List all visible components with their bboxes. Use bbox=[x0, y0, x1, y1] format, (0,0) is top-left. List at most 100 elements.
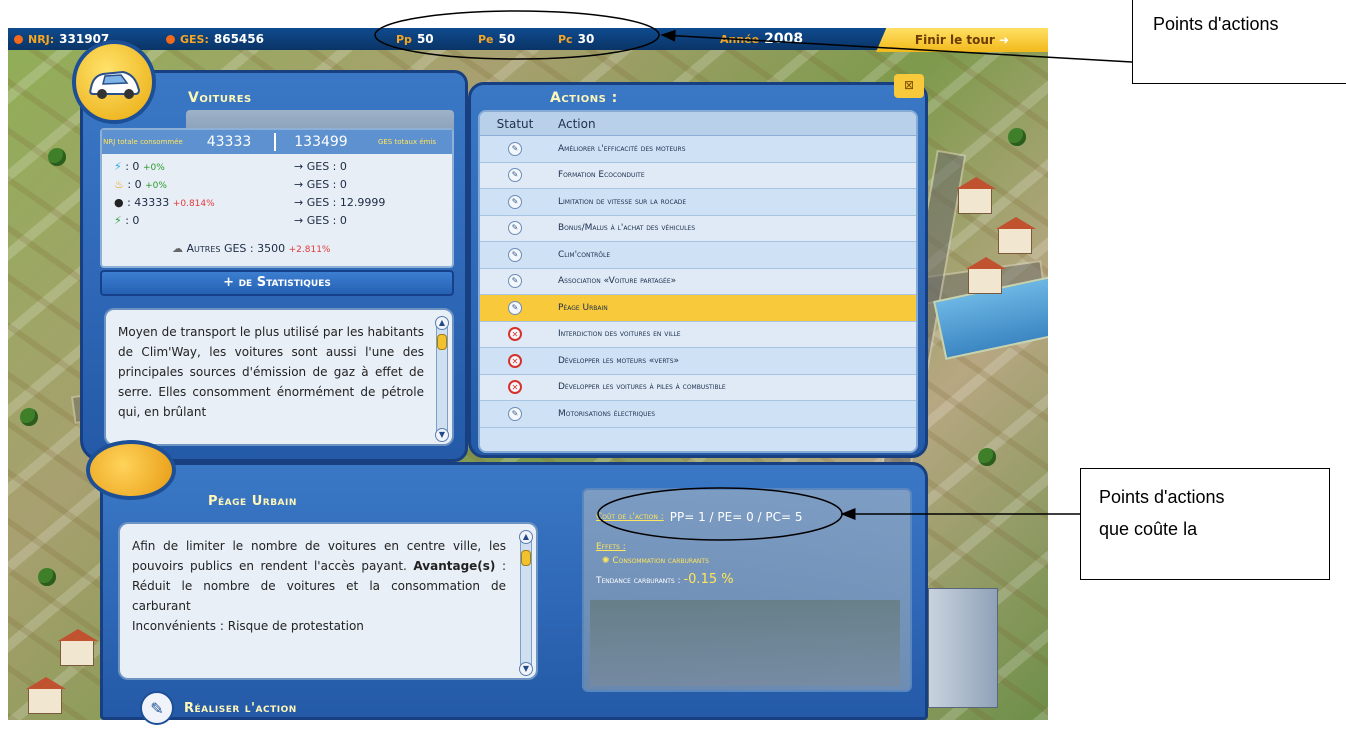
map-tower bbox=[928, 588, 998, 708]
status-icon: ✎ bbox=[508, 141, 522, 156]
other-ges: ☁ Autres GES : 3500 +2.811% bbox=[172, 242, 330, 255]
status-icon: ✎ bbox=[508, 194, 522, 209]
action-label: Améliorer l'efficacité des moteurs bbox=[558, 143, 686, 154]
action-status: ✎ bbox=[480, 194, 550, 209]
action-row[interactable]: ✎ Limitation de vitesse sur la rocade bbox=[480, 189, 916, 216]
effect-1: ✺ Consommation carburants bbox=[602, 556, 709, 566]
action-label: Bonus/Malus à l'achat des véhicules bbox=[558, 223, 696, 234]
action-status: ✎ bbox=[480, 300, 550, 315]
end-turn-label: Finir le tour bbox=[914, 33, 995, 47]
scroll-down-icon[interactable]: ▼ bbox=[519, 662, 533, 676]
action-row[interactable]: ✕ Développer les moteurs «verts» bbox=[480, 348, 916, 375]
map-tree bbox=[38, 568, 56, 586]
ges-total-label: GES totaux émis bbox=[377, 138, 437, 146]
action-row[interactable]: ✎ Association «Voiture partagée» bbox=[480, 268, 916, 295]
other-ges-label: Autres GES : 3500 bbox=[186, 242, 286, 255]
effect-2-label: Tendance carburants : bbox=[596, 576, 681, 586]
status-icon: ✎ bbox=[508, 247, 522, 262]
stat-ges: → GES : 0 bbox=[294, 160, 347, 173]
action-row[interactable]: ✎ Améliorer l'efficacité des moteurs bbox=[480, 136, 916, 163]
action-row[interactable]: ✎ Motorisations électriques bbox=[480, 401, 916, 428]
scroll-up-icon[interactable]: ▲ bbox=[519, 530, 533, 544]
scroll-thumb[interactable] bbox=[521, 550, 531, 566]
status-icon: ✎ bbox=[508, 221, 522, 236]
stat-value: : 43333 bbox=[127, 196, 170, 209]
nrj-total-label: NRJ totale consommée bbox=[103, 138, 183, 146]
stat-ges: → GES : 12.9999 bbox=[294, 196, 386, 209]
year-display: Année 2008 bbox=[720, 31, 803, 47]
action-row[interactable]: ✕ Interdiction des voitures en ville bbox=[480, 321, 916, 348]
map-house bbox=[966, 257, 1006, 294]
fire-icon: ♨ bbox=[114, 178, 124, 191]
ges-label: GES: bbox=[180, 32, 209, 46]
end-turn-button[interactable]: Finir le tour ➜ bbox=[876, 28, 1048, 52]
oil-drop-icon: ● bbox=[114, 196, 124, 209]
action-row[interactable]: ✎ Formation Ecoconduite bbox=[480, 162, 916, 189]
pc-label: Pc bbox=[558, 32, 573, 46]
scroll-up-icon[interactable]: ▲ bbox=[435, 316, 449, 330]
stat-row-oil: ● : 43333 +0.814% → GES : 12.9999 bbox=[114, 196, 444, 209]
action-rows: ✎ Améliorer l'efficacité des moteurs ✎ Form… bbox=[480, 136, 916, 428]
inconvenients-text: Inconvénients : Risque de protestation bbox=[132, 619, 364, 633]
scroll-thumb[interactable] bbox=[437, 334, 447, 350]
locked-status-icon: ✕ bbox=[508, 327, 522, 342]
pc-value: 30 bbox=[577, 32, 595, 46]
ges-icon bbox=[166, 34, 175, 44]
action-status: ✕ bbox=[480, 353, 550, 368]
action-label: Interdiction des voitures en ville bbox=[558, 329, 681, 340]
more-stats-label: + de Statistiques bbox=[223, 275, 331, 290]
sector-title: Voitures bbox=[188, 90, 252, 106]
map-house bbox=[996, 217, 1036, 254]
action-status: ✎ bbox=[480, 168, 550, 183]
ges-total-value: 133499 bbox=[294, 134, 348, 150]
map-tree bbox=[48, 148, 66, 166]
more-stats-button[interactable]: + de Statistiques bbox=[100, 270, 454, 296]
status-icon: ✎ bbox=[508, 168, 522, 183]
action-status: ✎ bbox=[480, 141, 550, 156]
action-status: ✕ bbox=[480, 380, 550, 395]
nrj-label: NRJ: bbox=[28, 32, 55, 46]
green-energy-icon: ⚡ bbox=[114, 214, 122, 227]
actions-table: Statut Action ✎ Améliorer l'efficacité de… bbox=[478, 110, 918, 453]
action-label: Développer les voitures à piles à combus… bbox=[558, 382, 726, 393]
action-status: ✎ bbox=[480, 274, 550, 289]
stat-row-electricity: ⚡ : 0 +0% → GES : 0 bbox=[114, 160, 444, 173]
pe-label: Pe bbox=[478, 32, 494, 46]
status-icon: ✎ bbox=[508, 406, 522, 421]
action-row[interactable]: ✎ Péage Urbain bbox=[480, 295, 916, 322]
stat-pct: +0% bbox=[142, 163, 165, 173]
other-ges-pct: +2.811% bbox=[288, 245, 331, 255]
action-label: Développer les moteurs «verts» bbox=[558, 355, 680, 366]
action-row[interactable]: ✎ Bonus/Malus à l'achat des véhicules bbox=[480, 215, 916, 242]
status-icon: ✎ bbox=[508, 300, 522, 315]
effects-label: Effets : bbox=[596, 542, 626, 552]
action-row[interactable]: ✕ Développer les voitures à piles à combu… bbox=[480, 374, 916, 401]
do-action-button[interactable]: ✎ Réaliser l'action bbox=[140, 690, 400, 726]
nrj-icon bbox=[14, 34, 23, 44]
document-page: NRJ: 331907 GES: 865456 Pp 50 Pe 50 Pc 3… bbox=[0, 0, 1346, 740]
pe-counter: Pe 50 bbox=[478, 32, 515, 46]
action-row[interactable]: ✎ Clim'contrôle bbox=[480, 242, 916, 269]
cost-values: PP= 1 / PE= 0 / PC= 5 bbox=[669, 510, 803, 524]
action-status: ✎ bbox=[480, 247, 550, 262]
annotation-bottom: Points d'actions que coûte la bbox=[1080, 468, 1330, 580]
cloud-icon: ☁ bbox=[172, 242, 183, 255]
close-icon[interactable]: ⊠ bbox=[894, 74, 924, 98]
action-label: Limitation de vitesse sur la rocade bbox=[558, 196, 687, 207]
action-status: ✎ bbox=[480, 221, 550, 236]
annotation-bottom-line1: Points d'actions bbox=[1099, 487, 1225, 507]
action-label: Motorisations électriques bbox=[558, 408, 656, 419]
pp-counter: Pp 50 bbox=[396, 32, 434, 46]
map-house bbox=[26, 677, 66, 714]
pe-value: 50 bbox=[498, 32, 516, 46]
action-status: ✕ bbox=[480, 327, 550, 342]
col-action: Action bbox=[558, 117, 596, 131]
do-action-label: Réaliser l'action bbox=[184, 700, 297, 716]
effect-2-value: -0.15 % bbox=[683, 572, 734, 587]
ges-counter: GES: 865456 bbox=[166, 32, 264, 46]
action-label: Formation Ecoconduite bbox=[558, 170, 645, 181]
cost-label: Coût de l'action : bbox=[596, 512, 664, 522]
year-value: 2008 bbox=[764, 31, 804, 47]
scroll-down-icon[interactable]: ▼ bbox=[435, 428, 449, 442]
action-label: Clim'contrôle bbox=[558, 249, 611, 260]
